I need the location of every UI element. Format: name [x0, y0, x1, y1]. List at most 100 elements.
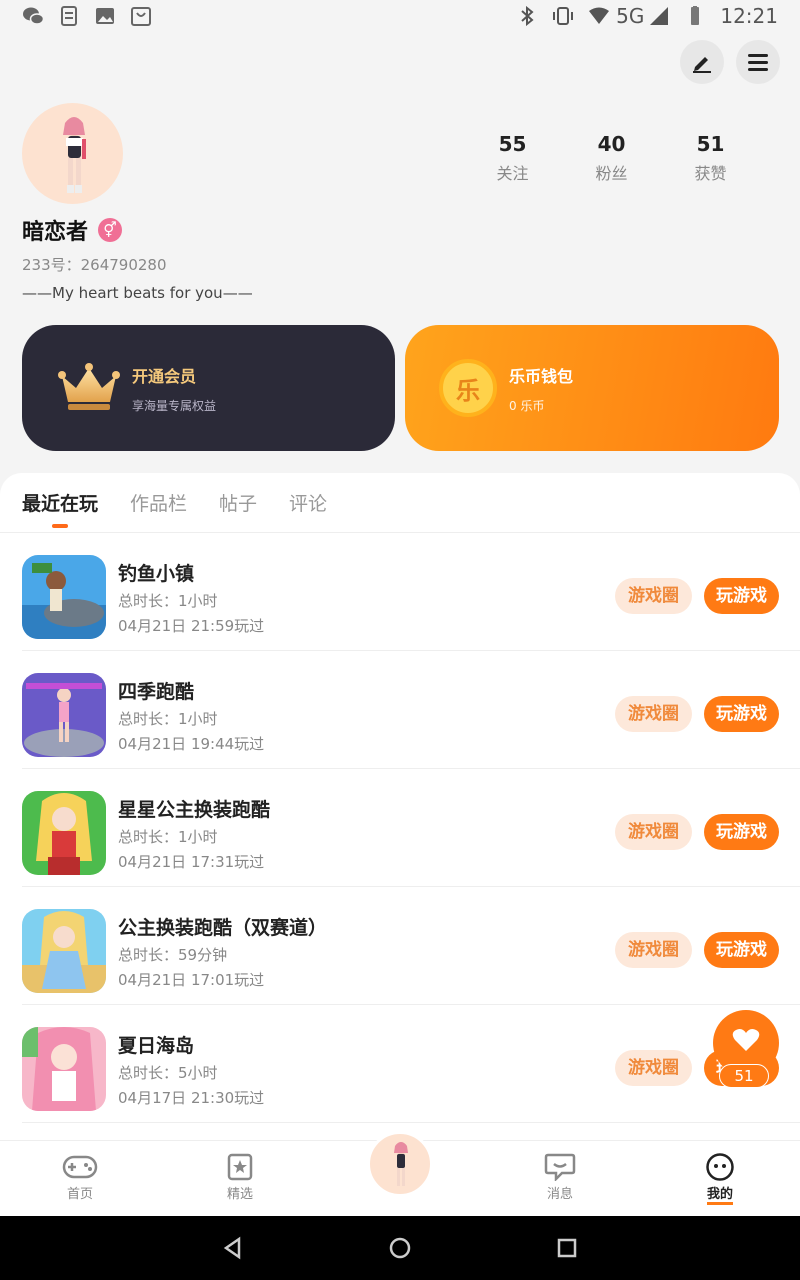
- avatar-character-image: [63, 117, 86, 193]
- game-name: 四季跑酷: [118, 681, 195, 703]
- tab-recently-played[interactable]: 最近在玩: [22, 489, 98, 528]
- play-game-button[interactable]: 玩游戏: [704, 696, 779, 732]
- game-name: 公主换装跑酷（双赛道）: [118, 917, 328, 939]
- nav-item-mine[interactable]: 我的: [640, 1141, 800, 1216]
- stat-followers[interactable]: 40 粉丝: [562, 132, 661, 184]
- princess-parkour-icon: [22, 909, 106, 993]
- wifi-icon: [589, 7, 610, 24]
- le-coin-icon-text: 乐: [456, 376, 480, 405]
- profile-tabs: 最近在玩 作品栏 帖子 评论: [0, 473, 800, 533]
- nav-item-home[interactable]: 首页: [0, 1141, 160, 1216]
- pencil-icon: [693, 57, 711, 73]
- smiley-face-icon: [706, 1153, 734, 1181]
- game-name: 钓鱼小镇: [118, 563, 195, 585]
- fishing-town-icon: [22, 555, 106, 639]
- star-bookmark-icon: [227, 1153, 253, 1181]
- home-circle-icon[interactable]: [388, 1236, 412, 1260]
- game-row[interactable]: 夏日海岛 总时长：5小时 04月17日 21:30玩过 游戏圈 玩游戏: [22, 1005, 800, 1123]
- wallet-balance: 0 乐币: [509, 398, 545, 413]
- game-duration: 总时长：5小时: [118, 1064, 218, 1082]
- game-name: 星星公主换装跑酷: [118, 799, 271, 821]
- game-last-played: 04月21日 21:59玩过: [118, 617, 265, 635]
- edit-profile-button[interactable]: [680, 40, 724, 84]
- heart-icon: [732, 1029, 760, 1051]
- vip-subtitle: 享海量专属权益: [132, 398, 217, 413]
- nav-label: 消息: [546, 1187, 573, 1202]
- hamburger-icon: [748, 54, 768, 71]
- game-circle-button[interactable]: 游戏圈: [615, 578, 692, 614]
- game-icon[interactable]: [22, 791, 106, 875]
- vibrate-icon: [553, 7, 574, 25]
- game-row[interactable]: 星星公主换装跑酷 总时长：1小时 04月21日 17:31玩过 游戏圈 玩游戏: [22, 769, 800, 887]
- four-seasons-parkour-icon: [22, 673, 106, 757]
- user-bio: ——My heart beats for you——: [22, 284, 253, 302]
- stat-number: 55: [498, 132, 527, 156]
- crown-icon: [58, 363, 120, 410]
- avatar[interactable]: [22, 103, 123, 204]
- game-icon[interactable]: [22, 555, 106, 639]
- nav-label: 精选: [226, 1187, 253, 1202]
- like-count-badge: 51: [719, 1064, 769, 1088]
- game-duration: 总时长：59分钟: [118, 946, 228, 964]
- tab-comments[interactable]: 评论: [289, 489, 327, 516]
- game-circle-button[interactable]: 游戏圈: [615, 932, 692, 968]
- username: 暗恋者: [22, 220, 89, 245]
- back-triangle-icon[interactable]: [221, 1236, 245, 1260]
- stat-label: 粉丝: [595, 164, 628, 183]
- game-circle-button[interactable]: 游戏圈: [615, 1050, 692, 1086]
- system-nav-bar: [0, 1216, 800, 1280]
- status-system: 5G 12:21: [516, 4, 778, 28]
- gamepad-icon: [62, 1155, 98, 1179]
- content-panel: 最近在玩 作品栏 帖子 评论 钓鱼小镇 总时长：1小时 04月21日 21:59…: [0, 473, 800, 1140]
- game-icon[interactable]: [22, 909, 106, 993]
- recents-square-icon[interactable]: [555, 1236, 579, 1260]
- nav-item-messages[interactable]: 消息: [480, 1141, 640, 1216]
- nav-label: 我的: [706, 1183, 733, 1205]
- game-row[interactable]: 四季跑酷 总时长：1小时 04月21日 19:44玩过 游戏圈 玩游戏: [22, 651, 800, 769]
- stat-following[interactable]: 55 关注: [463, 132, 562, 184]
- vip-title: 开通会员: [132, 366, 197, 386]
- bluetooth-icon: [521, 6, 534, 26]
- center-avatar-character: [394, 1142, 408, 1186]
- game-duration: 总时长：1小时: [118, 592, 218, 610]
- game-last-played: 04月21日 19:44玩过: [118, 735, 265, 753]
- summer-island-icon: [22, 1027, 106, 1111]
- game-row[interactable]: 钓鱼小镇 总时长：1小时 04月21日 21:59玩过 游戏圈 玩游戏: [22, 533, 800, 651]
- tab-works[interactable]: 作品栏: [130, 489, 187, 516]
- document-icon: [61, 6, 77, 26]
- le-coin-icon: 乐: [439, 359, 497, 417]
- game-icon[interactable]: [22, 673, 106, 757]
- network-type: 5G: [616, 4, 645, 28]
- wallet-title: 乐币钱包: [509, 366, 574, 386]
- game-circle-button[interactable]: 游戏圈: [615, 814, 692, 850]
- profile-stats: 55 关注 40 粉丝 51 获赞: [463, 132, 760, 184]
- stat-label: 获赞: [694, 164, 727, 183]
- wechat-icon: [23, 7, 44, 25]
- stat-label: 关注: [496, 164, 529, 183]
- center-avatar-button[interactable]: [367, 1131, 433, 1197]
- store-bag-icon: [131, 7, 151, 26]
- game-last-played: 04月17日 21:30玩过: [118, 1089, 265, 1107]
- game-name: 夏日海岛: [118, 1035, 195, 1057]
- game-icon[interactable]: [22, 1027, 106, 1111]
- play-game-button[interactable]: 玩游戏: [704, 578, 779, 614]
- status-bar: 5G 12:21: [0, 0, 800, 32]
- signal-icon: [650, 7, 669, 25]
- menu-button[interactable]: [736, 40, 780, 84]
- game-circle-button[interactable]: 游戏圈: [615, 696, 692, 732]
- username-row: 暗恋者 ⚥: [22, 214, 123, 246]
- stat-likes[interactable]: 51 获赞: [661, 132, 760, 184]
- tab-posts[interactable]: 帖子: [219, 489, 257, 516]
- game-row[interactable]: 公主换装跑酷（双赛道） 总时长：59分钟 04月21日 17:01玩过 游戏圈 …: [22, 887, 800, 1005]
- vip-membership-card[interactable]: 开通会员 享海量专属权益: [22, 325, 395, 451]
- battery-icon: [691, 6, 700, 25]
- nav-item-featured[interactable]: 精选: [160, 1141, 320, 1216]
- gender-female-icon: ⚥: [98, 218, 123, 242]
- status-notifications: [22, 6, 152, 26]
- game-list: 钓鱼小镇 总时长：1小时 04月21日 21:59玩过 游戏圈 玩游戏 四季跑酷…: [0, 533, 800, 1123]
- wallet-card[interactable]: 乐 乐币钱包 0 乐币: [405, 325, 779, 451]
- play-game-button[interactable]: 玩游戏: [704, 932, 779, 968]
- game-last-played: 04月21日 17:01玩过: [118, 971, 265, 989]
- play-game-button[interactable]: 玩游戏: [704, 814, 779, 850]
- game-duration: 总时长：1小时: [118, 710, 218, 728]
